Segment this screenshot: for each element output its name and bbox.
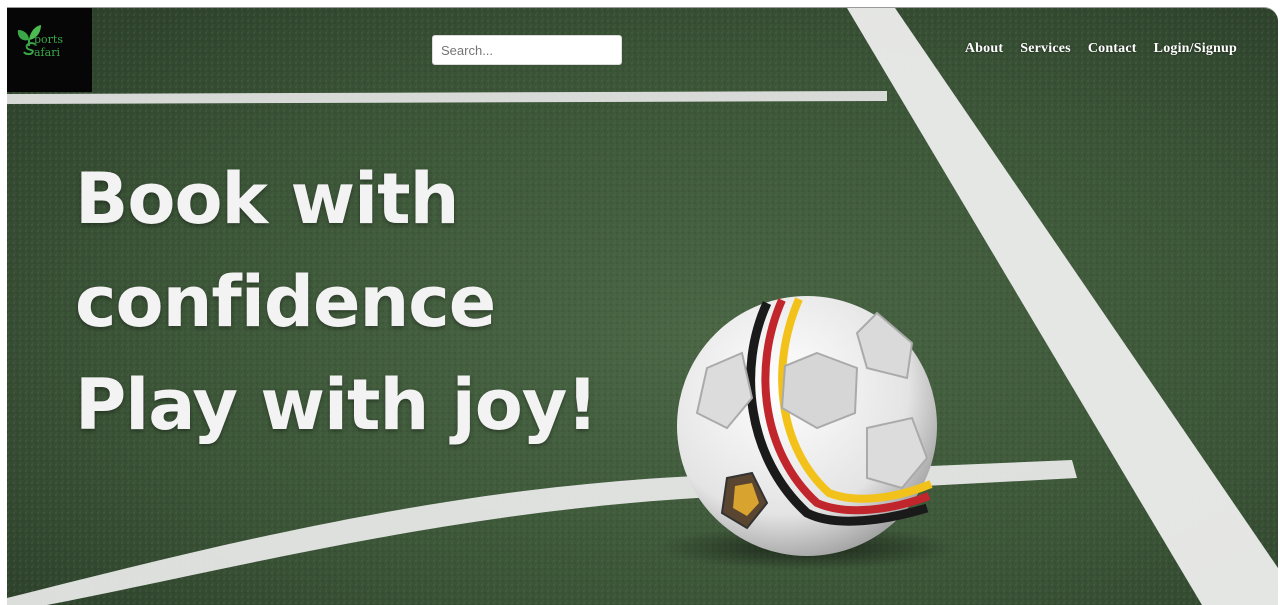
nav-link-about[interactable]: About [965, 41, 1003, 57]
hero-headline: Book with confidence Play with joy! [75, 148, 598, 457]
hero-headline-line-1: Book with [75, 158, 459, 240]
search-input[interactable] [432, 35, 622, 65]
nav-link-contact[interactable]: Contact [1088, 41, 1137, 57]
soccer-ball-graphic [677, 296, 937, 556]
logo-text: ports afari [34, 33, 63, 59]
logo-text-line-1: ports [34, 33, 63, 46]
nav-link-services[interactable]: Services [1020, 41, 1071, 57]
nav-link-login-signup[interactable]: Login/Signup [1154, 41, 1237, 57]
top-nav: About Services Contact Login/Signup [965, 41, 1237, 57]
page-frame: ports afari About Services Contact Login… [7, 7, 1278, 605]
logo[interactable]: ports afari [7, 8, 92, 92]
hero-headline-line-2: confidence [75, 261, 496, 343]
logo-text-line-2: afari [34, 46, 60, 59]
hero-headline-line-3: Play with joy! [75, 364, 598, 446]
